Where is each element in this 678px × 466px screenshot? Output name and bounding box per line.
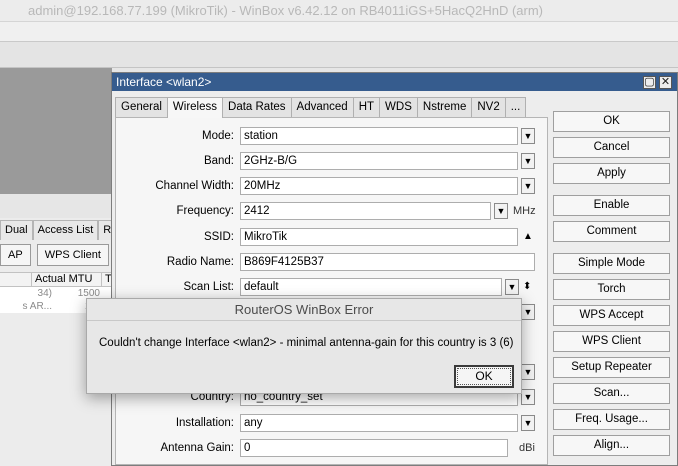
tab-ht[interactable]: HT <box>352 97 381 117</box>
ok-button[interactable]: OK <box>553 111 670 132</box>
ssid-row: SSID: MikroTik ▲ <box>116 227 549 247</box>
mode-row: Mode: station ▼ <box>116 126 549 146</box>
scan-list-select[interactable]: default <box>240 278 502 296</box>
tab-wireless[interactable]: Wireless <box>166 97 224 118</box>
dropdown-arrow-icon[interactable]: ▼ <box>521 178 535 194</box>
mode-select[interactable]: station <box>240 127 518 145</box>
wireless-form: Mode: station ▼ Band: 2GHz-B/G ▼ Channel… <box>115 117 548 465</box>
scan-list-label: Scan List: <box>183 281 235 293</box>
tab-nv2[interactable]: NV2 <box>471 97 506 117</box>
band-select[interactable]: 2GHz-B/G <box>240 152 518 170</box>
column-header[interactable] <box>0 273 32 286</box>
simple-mode-button[interactable]: Simple Mode <box>553 253 670 274</box>
installation-select[interactable]: any <box>240 414 518 432</box>
background-tabs: Dual Access List Re <box>0 220 123 240</box>
apply-button[interactable]: Apply <box>553 163 670 184</box>
mode-label: Mode: <box>202 130 234 142</box>
cancel-button[interactable]: Cancel <box>553 137 670 158</box>
tab-wds[interactable]: WDS <box>379 97 418 117</box>
frequency-select[interactable]: 2412 <box>240 202 491 220</box>
dropdown-arrow-icon[interactable]: ▼ <box>505 279 519 295</box>
dropdown-arrow-icon[interactable]: ▼ <box>521 389 535 405</box>
dropdown-arrow-icon[interactable]: ▼ <box>521 415 535 431</box>
column-header-actual-mtu[interactable]: Actual MTU <box>32 273 102 286</box>
channel-width-row: Channel Width: 20MHz ▼ <box>116 176 549 196</box>
torch-button[interactable]: Torch <box>553 279 670 300</box>
radio-name-row: Radio Name: B869F4125B37 <box>116 252 549 272</box>
comment-button[interactable]: Comment <box>553 221 670 242</box>
antenna-gain-label: Antenna Gain: <box>160 442 234 454</box>
tab-advanced[interactable]: Advanced <box>290 97 354 117</box>
collapse-arrow-icon[interactable]: ▲ <box>523 228 533 246</box>
sort-arrows-icon[interactable]: ⬍ <box>523 278 531 296</box>
tab-nstreme[interactable]: Nstreme <box>416 97 473 117</box>
antenna-gain-input[interactable]: 0 <box>240 439 508 457</box>
error-dialog-title[interactable]: RouterOS WinBox Error <box>87 299 521 321</box>
tab-access-list[interactable]: Access List <box>32 220 99 240</box>
radio-name-label: Radio Name: <box>166 256 234 268</box>
workspace-background <box>0 68 112 194</box>
table-cell: 34) <box>37 288 52 299</box>
background-buttons: AP WPS Client <box>0 244 109 266</box>
table-cell: s AR... <box>22 301 52 312</box>
align-button[interactable]: Align... <box>553 435 670 456</box>
channel-width-label: Channel Width: <box>155 180 234 192</box>
main-toolbar <box>0 22 678 42</box>
restore-icon[interactable]: ▢ <box>643 76 656 89</box>
wps-client-dialog-button[interactable]: WPS Client <box>553 331 670 352</box>
error-dialog: RouterOS WinBox Error Couldn't change In… <box>86 298 522 394</box>
error-ok-button[interactable]: OK <box>454 365 514 388</box>
installation-label: Installation: <box>175 417 234 429</box>
dialog-tabs: General Wireless Data Rates Advanced HT … <box>115 97 527 118</box>
scan-list-row: Scan List: default ▼ ⬍ <box>116 277 549 297</box>
frequency-unit: MHz <box>513 205 536 217</box>
antenna-gain-row: Antenna Gain: 0 dBi <box>116 438 549 458</box>
installation-row: Installation: any ▼ <box>116 413 549 433</box>
ssid-label: SSID: <box>203 231 234 243</box>
error-message: Couldn't change Interface <wlan2> - mini… <box>99 337 514 349</box>
frequency-label: Frequency: <box>176 205 234 217</box>
interface-dialog: Interface <wlan2> ▢ ✕ General Wireless D… <box>111 72 678 466</box>
band-row: Band: 2GHz-B/G ▼ <box>116 151 549 171</box>
ssid-input[interactable]: MikroTik <box>240 228 518 246</box>
dropdown-arrow-icon[interactable]: ▼ <box>521 128 535 144</box>
ap-button[interactable]: AP <box>0 244 31 266</box>
main-toolbar-secondary <box>0 42 678 68</box>
tab-general[interactable]: General <box>115 97 168 117</box>
freq-usage-button[interactable]: Freq. Usage... <box>553 409 670 430</box>
band-label: Band: <box>203 155 234 167</box>
close-icon[interactable]: ✕ <box>659 76 672 89</box>
main-window-title: admin@192.168.77.199 (MikroTik) - WinBox… <box>0 0 678 22</box>
enable-button[interactable]: Enable <box>553 195 670 216</box>
dropdown-arrow-icon[interactable]: ▼ <box>494 203 508 219</box>
frequency-row: Frequency: 2412 ▼ MHz <box>116 201 549 221</box>
tab-data-rates[interactable]: Data Rates <box>222 97 292 117</box>
tab-dual[interactable]: Dual <box>0 220 33 240</box>
dropdown-arrow-icon[interactable]: ▼ <box>521 364 535 380</box>
antenna-gain-unit: dBi <box>519 442 535 454</box>
wps-accept-button[interactable]: WPS Accept <box>553 305 670 326</box>
dropdown-arrow-icon[interactable]: ▼ <box>521 304 535 320</box>
dialog-title[interactable]: Interface <wlan2> <box>112 73 677 91</box>
channel-width-select[interactable]: 20MHz <box>240 177 518 195</box>
tab-more[interactable]: ... <box>504 97 527 117</box>
scan-button[interactable]: Scan... <box>553 383 670 404</box>
dropdown-arrow-icon[interactable]: ▼ <box>521 153 535 169</box>
table-header: Actual MTU T <box>0 273 112 287</box>
wps-client-button[interactable]: WPS Client <box>36 244 109 266</box>
radio-name-input[interactable]: B869F4125B37 <box>240 253 535 271</box>
setup-repeater-button[interactable]: Setup Repeater <box>553 357 670 378</box>
